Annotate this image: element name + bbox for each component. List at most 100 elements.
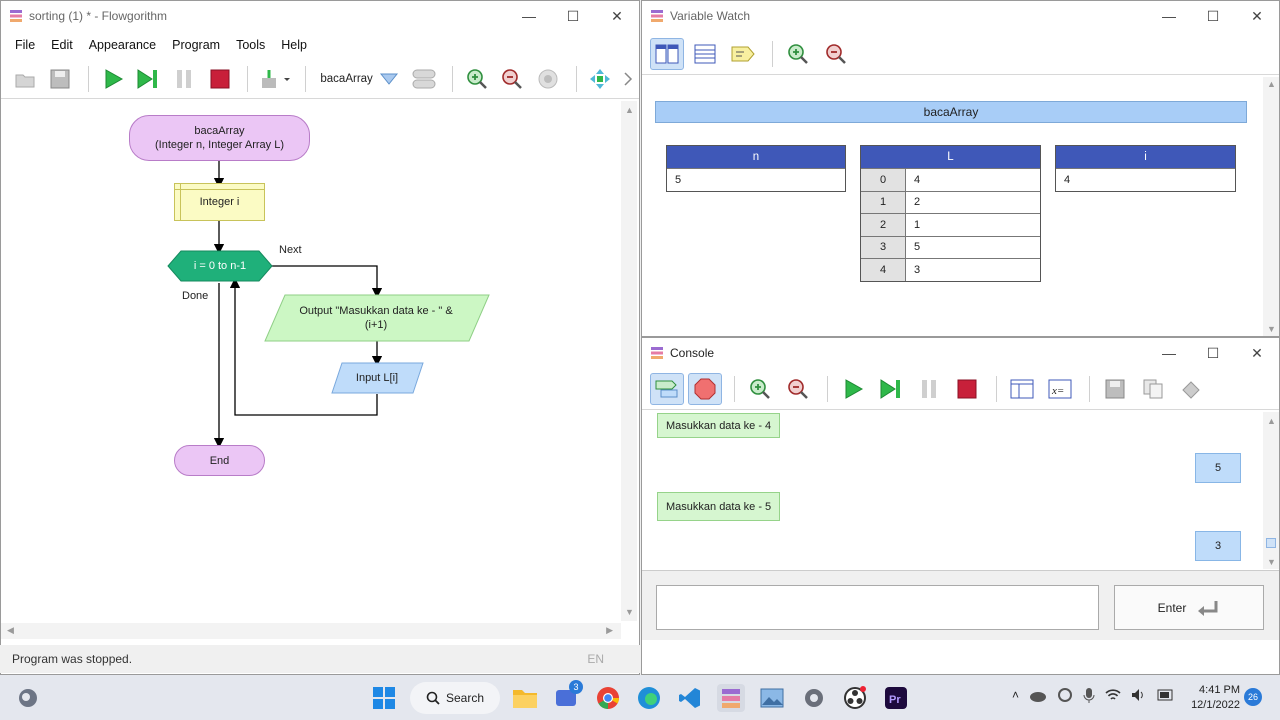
console-vertical-scrollbar[interactable]: ▲ ▼ xyxy=(1263,412,1279,569)
flowgorithm-app-icon xyxy=(651,10,663,22)
chat-app-icon[interactable]: 3 xyxy=(553,680,583,712)
watch-vertical-scrollbar[interactable]: ▲ ▼ xyxy=(1263,77,1279,336)
input-text: Input L[i] xyxy=(355,372,399,384)
zoom-out-icon[interactable] xyxy=(781,373,815,405)
menu-appearance[interactable]: Appearance xyxy=(81,38,164,52)
watch-function-header: bacaArray xyxy=(655,101,1247,123)
stop-icon[interactable] xyxy=(204,63,236,95)
step-icon[interactable] xyxy=(133,63,165,95)
var-L-header: L xyxy=(861,146,1040,168)
microphone-icon[interactable] xyxy=(1083,687,1095,703)
chevron-up-icon[interactable]: ˄ xyxy=(1012,688,1019,702)
notification-count-badge[interactable]: 26 xyxy=(1244,688,1262,706)
minimize-button[interactable]: — xyxy=(1147,1,1191,31)
stop-icon[interactable] xyxy=(950,373,984,405)
declare-text: Integer i xyxy=(199,196,240,208)
zoom-in-icon[interactable] xyxy=(743,373,777,405)
chat-view-icon[interactable] xyxy=(650,372,684,405)
flowchart-vertical-scrollbar[interactable]: ▲ ▼ xyxy=(621,101,637,621)
speaker-icon[interactable] xyxy=(1131,688,1147,702)
vscode-icon[interactable] xyxy=(676,684,704,712)
var-i-header: i xyxy=(1056,146,1235,168)
run-icon[interactable] xyxy=(97,63,129,95)
end-text: End xyxy=(209,454,230,467)
toolbar-more-icon[interactable] xyxy=(620,63,635,95)
close-button[interactable]: ✕ xyxy=(1235,1,1279,31)
flowgorithm-taskbar-icon[interactable] xyxy=(717,684,745,712)
settings-gear-icon[interactable] xyxy=(800,684,828,712)
flowchart-canvas[interactable]: bacaArray (Integer n, Integer Array L) I… xyxy=(1,101,621,621)
close-button[interactable]: ✕ xyxy=(1235,338,1279,368)
sync-icon[interactable] xyxy=(1057,687,1073,703)
var-i-row: 4 xyxy=(1056,168,1235,191)
clear-icon[interactable] xyxy=(1174,373,1208,405)
zoom-in-icon[interactable] xyxy=(781,38,815,70)
fit-screen-icon[interactable] xyxy=(585,63,617,95)
start-block[interactable]: bacaArray (Integer n, Integer Array L) xyxy=(129,115,310,161)
save-icon[interactable] xyxy=(45,63,77,95)
step-icon[interactable] xyxy=(874,373,908,405)
end-block[interactable]: End xyxy=(174,445,265,476)
scrollbar-thumb[interactable] xyxy=(1266,538,1276,548)
layout-dropdown-icon[interactable] xyxy=(256,63,293,95)
flowgorithm-titlebar: sorting (1) * - Flowgorithm — ☐ ✕ xyxy=(1,1,639,31)
copy-icon[interactable] xyxy=(1136,373,1170,405)
photos-icon[interactable] xyxy=(758,684,786,712)
grid-view-icon[interactable] xyxy=(650,37,684,70)
wifi-icon[interactable] xyxy=(1105,688,1121,702)
loop-block[interactable]: i = 0 to n-1 xyxy=(168,251,272,281)
pause-icon[interactable] xyxy=(912,373,946,405)
file-explorer-icon[interactable] xyxy=(511,684,539,712)
enter-button[interactable]: Enter xyxy=(1114,585,1264,630)
system-tray: ˄ xyxy=(1012,687,1175,703)
battery-icon[interactable] xyxy=(1157,689,1175,701)
minimize-button[interactable]: — xyxy=(507,1,551,31)
chrome-icon[interactable] xyxy=(594,684,622,712)
start-icon[interactable] xyxy=(370,684,398,712)
menu-file[interactable]: File xyxy=(7,38,43,52)
language-indicator: EN xyxy=(587,652,604,666)
run-icon[interactable] xyxy=(836,373,870,405)
output-block[interactable]: Output "Masukkan data ke - " & (i+1) xyxy=(275,295,477,341)
pause-icon[interactable] xyxy=(168,63,200,95)
premiere-icon[interactable]: Pr xyxy=(882,684,910,712)
menu-program[interactable]: Program xyxy=(164,38,228,52)
cloud-icon[interactable] xyxy=(1029,688,1047,702)
label-icon[interactable] xyxy=(726,38,760,70)
var-i-value: 4 xyxy=(1056,169,1235,191)
zoom-reset-icon[interactable] xyxy=(532,63,564,95)
function-selector[interactable]: bacaArray xyxy=(320,73,372,85)
clock[interactable]: 4:41 PM 12/1/2022 xyxy=(1186,683,1240,713)
function-manager-icon[interactable] xyxy=(408,63,440,95)
maximize-button[interactable]: ☐ xyxy=(1191,1,1235,31)
maximize-button[interactable]: ☐ xyxy=(1191,338,1235,368)
obs-icon[interactable] xyxy=(841,684,869,712)
minimize-button[interactable]: — xyxy=(1147,338,1191,368)
variables-icon[interactable]: x= xyxy=(1043,373,1077,405)
zoom-out-icon[interactable] xyxy=(819,38,853,70)
array-value: 1 xyxy=(906,214,1040,236)
input-block[interactable]: Input L[i] xyxy=(337,363,417,393)
table-row: 12 xyxy=(861,190,1040,213)
stop-sign-icon[interactable] xyxy=(688,372,722,405)
flowchart-horizontal-scrollbar[interactable]: ◀ ▶ xyxy=(1,623,621,639)
variable-watch-window: Variable Watch — ☐ ✕ bacaArray n 5 L 04 … xyxy=(641,0,1280,337)
console-input-field[interactable] xyxy=(656,585,1099,630)
zoom-in-icon[interactable] xyxy=(461,63,493,95)
save-icon[interactable] xyxy=(1098,373,1132,405)
declare-block[interactable]: Integer i xyxy=(174,183,265,221)
function-dropdown-icon[interactable] xyxy=(373,63,405,95)
maximize-button[interactable]: ☐ xyxy=(551,1,595,31)
weather-icon[interactable] xyxy=(14,684,42,712)
menu-help[interactable]: Help xyxy=(273,38,315,52)
search-button[interactable]: Search xyxy=(410,682,500,714)
zoom-out-icon[interactable] xyxy=(496,63,528,95)
menu-edit[interactable]: Edit xyxy=(43,38,81,52)
watch-window-icon[interactable] xyxy=(1005,373,1039,405)
menu-tools[interactable]: Tools xyxy=(228,38,273,52)
menu-bar: File Edit Appearance Program Tools Help xyxy=(1,31,639,59)
edge-icon[interactable] xyxy=(635,684,663,712)
close-button[interactable]: ✕ xyxy=(595,1,639,31)
open-folder-icon[interactable] xyxy=(9,63,41,95)
list-view-icon[interactable] xyxy=(688,38,722,70)
